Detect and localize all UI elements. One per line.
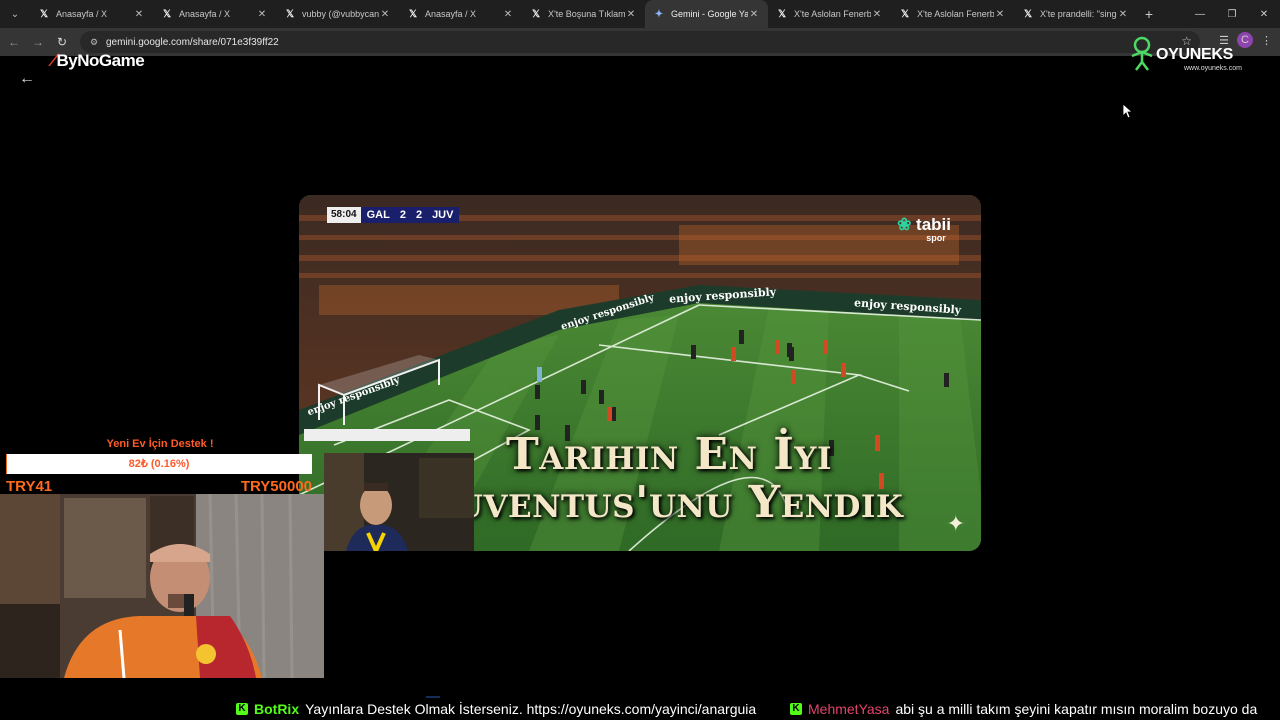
streamer-webcam-feed	[0, 494, 324, 678]
tab-title: vubby (@vubbycanG	[302, 9, 379, 19]
donation-goal: Yeni Ev İçin Destek ! 82₺ (0.16%) TRY41 …	[0, 436, 320, 495]
maximize-button[interactable]: ❐	[1216, 0, 1248, 28]
mouse-cursor-icon	[1123, 104, 1133, 118]
browser-tab[interactable]: 𝕏 Anasayfa / X ✕	[399, 0, 522, 28]
ticker-bot-text: Yayınlara Destek Olmak İsterseniz. https…	[305, 701, 757, 717]
ticker-user-name: MehmetYasa	[808, 701, 890, 717]
close-window-button[interactable]: ✕	[1248, 0, 1280, 28]
forward-nav-button[interactable]: →	[26, 35, 50, 49]
url-text: gemini.google.com/share/071e3f39ff22	[106, 36, 279, 48]
x-logo-icon: 𝕏	[1023, 8, 1033, 20]
browser-tab[interactable]: 𝕏 X'te Aslolan Fenerbal ✕	[891, 0, 1014, 28]
oyuneks-logo: OYUNEKS www.oyuneks.com	[1128, 36, 1248, 76]
away-score: 2	[415, 209, 423, 221]
tab-close-icon[interactable]: ✕	[871, 9, 883, 20]
donation-progress-bar: 82₺ (0.16%)	[6, 454, 312, 474]
kick-logo-icon: K	[236, 703, 248, 715]
oyuneks-logo-subtext: www.oyuneks.com	[1184, 65, 1242, 72]
donation-max-label: TRY50000	[240, 478, 312, 495]
ticker-bot-message: K BotRix Yayınlara Destek Olmak İstersen…	[236, 698, 756, 720]
tab-title: Gemini - Google Yap	[671, 9, 748, 19]
tab-title: X'te Boşuna Tıklama	[548, 9, 625, 19]
tab-list: 𝕏 Anasayfa / X ✕ 𝕏 Anasayfa / X ✕ 𝕏vubby (@vub…	[30, 0, 1137, 28]
inner-webcam-feed	[324, 453, 474, 551]
tab-title: Anasayfa / X	[425, 9, 477, 19]
x-logo-icon: 𝕏	[900, 8, 910, 20]
ticker-user-text: abi şu a milli takım şeyini kapatır mısı…	[895, 701, 1258, 717]
browser-tab[interactable]: 𝕏 Anasayfa / X ✕	[153, 0, 276, 28]
donation-title: Yeni Ev İçin Destek !	[106, 438, 214, 450]
video-headline: Tarihin En İyi Juventus'unu Yendik	[409, 431, 929, 527]
chat-ticker: K BotRix Yayınlara Destek Olmak İstersen…	[0, 698, 1280, 720]
x-logo-icon: 𝕏	[285, 8, 295, 20]
site-info-icon[interactable]: ⚙	[86, 37, 102, 48]
kick-logo-icon: K	[790, 703, 802, 715]
headline-line-1: Tarihin En İyi	[506, 429, 832, 480]
tab-title: Anasayfa / X	[56, 9, 108, 19]
new-tab-button[interactable]: +	[1137, 6, 1161, 22]
score-teams: GAL 2 2 JUV	[360, 207, 460, 223]
browser-tab[interactable]: 𝕏 X'te Boşuna Tıklama ✕	[522, 0, 645, 28]
donation-amount: 82₺ (0.16%)	[128, 458, 190, 470]
x-logo-icon: 𝕏	[39, 8, 49, 20]
broadcaster-logo: ❀ tabii spor	[897, 215, 951, 243]
bynogame-logo: ∕ ByNoGame	[52, 50, 145, 71]
minimize-button[interactable]: —	[1184, 0, 1216, 28]
browser-tab[interactable]: 𝕏 X'te Aslolan Fenerbal ✕	[768, 0, 891, 28]
tab-close-icon[interactable]: ✕	[1117, 9, 1129, 20]
scorebug: 58:04 GAL 2 2 JUV	[327, 207, 460, 223]
gemini-icon: ✦	[654, 8, 664, 20]
window-controls: — ❐ ✕	[1184, 0, 1280, 28]
tab-title: Anasayfa / X	[179, 9, 231, 19]
x-logo-icon: 𝕏	[531, 8, 541, 20]
tab-close-icon[interactable]: ✕	[748, 9, 760, 20]
donation-min-label: TRY41	[6, 478, 53, 495]
browser-tab[interactable]: 𝕏 Anasayfa / X ✕	[30, 0, 153, 28]
reload-button[interactable]: ↻	[50, 35, 74, 49]
home-score: 2	[399, 209, 406, 221]
tab-title: X'te prandelli: "singo	[1040, 9, 1117, 19]
tab-close-icon[interactable]: ✕	[133, 9, 145, 20]
chevron-down-icon: ⌄	[10, 8, 20, 20]
x-logo-icon: 𝕏	[777, 8, 787, 20]
bynogame-logo-text: ByNoGame	[56, 50, 145, 70]
home-team: GAL	[366, 209, 390, 221]
match-clock: 58:04	[327, 207, 361, 223]
tab-close-icon[interactable]: ✕	[994, 9, 1006, 20]
menu-kebab-icon[interactable]: ⋮	[1261, 34, 1272, 47]
back-nav-button[interactable]: ←	[2, 35, 26, 49]
browser-toolbar: ← → ↻ ⚙ gemini.google.com/share/071e3f39…	[0, 28, 1280, 56]
inner-webcam-scene	[324, 453, 474, 551]
x-logo-icon: 𝕏	[162, 8, 172, 20]
tabii-mark-icon: ❀	[897, 215, 917, 234]
tab-close-icon[interactable]: ✕	[379, 9, 391, 20]
tab-title: X'te Aslolan Fenerbal	[917, 9, 994, 19]
bynogame-mark-icon: ∕	[52, 50, 55, 70]
browser-tab[interactable]: 𝕏 X'te prandelli: "singo ✕	[1014, 0, 1137, 28]
broadcaster-name: ❀ tabii	[897, 215, 951, 235]
oyuneks-mascot-icon	[1131, 36, 1153, 71]
tab-close-icon[interactable]: ✕	[502, 9, 514, 20]
streamer-webcam-scene	[0, 494, 324, 678]
browser-tab[interactable]: ✦ Gemini - Google Yap ✕	[645, 0, 768, 28]
tab-strip: ⌄ 𝕏 Anasayfa / X ✕ 𝕏 Anasayfa / X ✕ 𝕏vubby (@v…	[0, 0, 1280, 28]
tab-search-button[interactable]: ⌄	[4, 4, 26, 24]
mini-donation-bar	[304, 429, 470, 441]
back-arrow-icon[interactable]: ←	[16, 68, 38, 90]
ticker-bot-name: BotRix	[254, 701, 300, 717]
browser-tab[interactable]: 𝕏vubby (@vubbycanG ✕	[276, 0, 399, 28]
tab-close-icon[interactable]: ✕	[625, 9, 637, 20]
address-bar[interactable]: ⚙ gemini.google.com/share/071e3f39ff22 ☆	[80, 31, 1200, 53]
oyuneks-logo-text: OYUNEKS	[1156, 46, 1234, 63]
x-logo-icon: 𝕏	[408, 8, 418, 20]
ticker-user-message: K MehmetYasa abi şu a milli takım şeyini…	[790, 698, 1257, 720]
screen: ⌄ 𝕏 Anasayfa / X ✕ 𝕏 Anasayfa / X ✕ 𝕏vubby (@v…	[0, 0, 1280, 720]
away-team: JUV	[432, 209, 454, 221]
tab-title: X'te Aslolan Fenerbal	[794, 9, 871, 19]
sparkle-icon: ✦	[946, 511, 965, 536]
broadcaster-name-text: tabii	[916, 215, 951, 234]
tab-close-icon[interactable]: ✕	[256, 9, 268, 20]
headline-line-2: Juventus'unu Yendik	[434, 477, 904, 528]
